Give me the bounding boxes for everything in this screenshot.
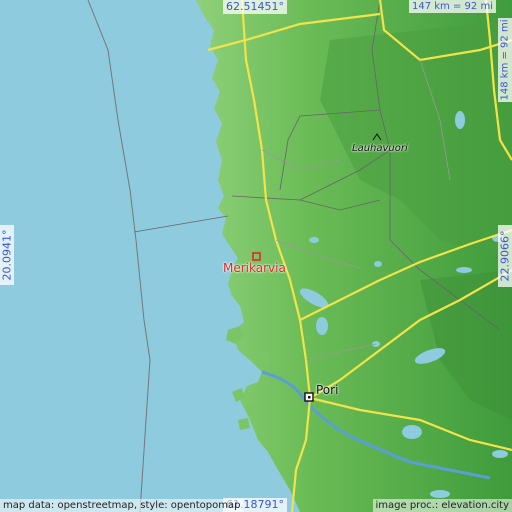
map-attribution: map data: openstreetmap, style: opentopo… [0,499,244,512]
pori-marker-dot [308,396,311,399]
scale-vertical-label: 148 km = 92 mi [498,18,512,102]
longitude-left-label: 20.0941° [0,225,14,285]
island [238,418,250,430]
longitude-right-label: 22.9066° [498,225,512,287]
latitude-top-label: 62.51451° [223,0,287,14]
map-canvas[interactable] [0,0,512,512]
merikarvia-label[interactable]: Merikarvia [223,261,286,275]
scale-horizontal-label: 147 km = 92 mi [409,0,496,13]
image-attribution: image proc.: elevation.city [372,499,512,512]
lauhavuori-label[interactable]: Lauhavuori [352,143,408,154]
pori-label[interactable]: Pori [316,383,338,397]
